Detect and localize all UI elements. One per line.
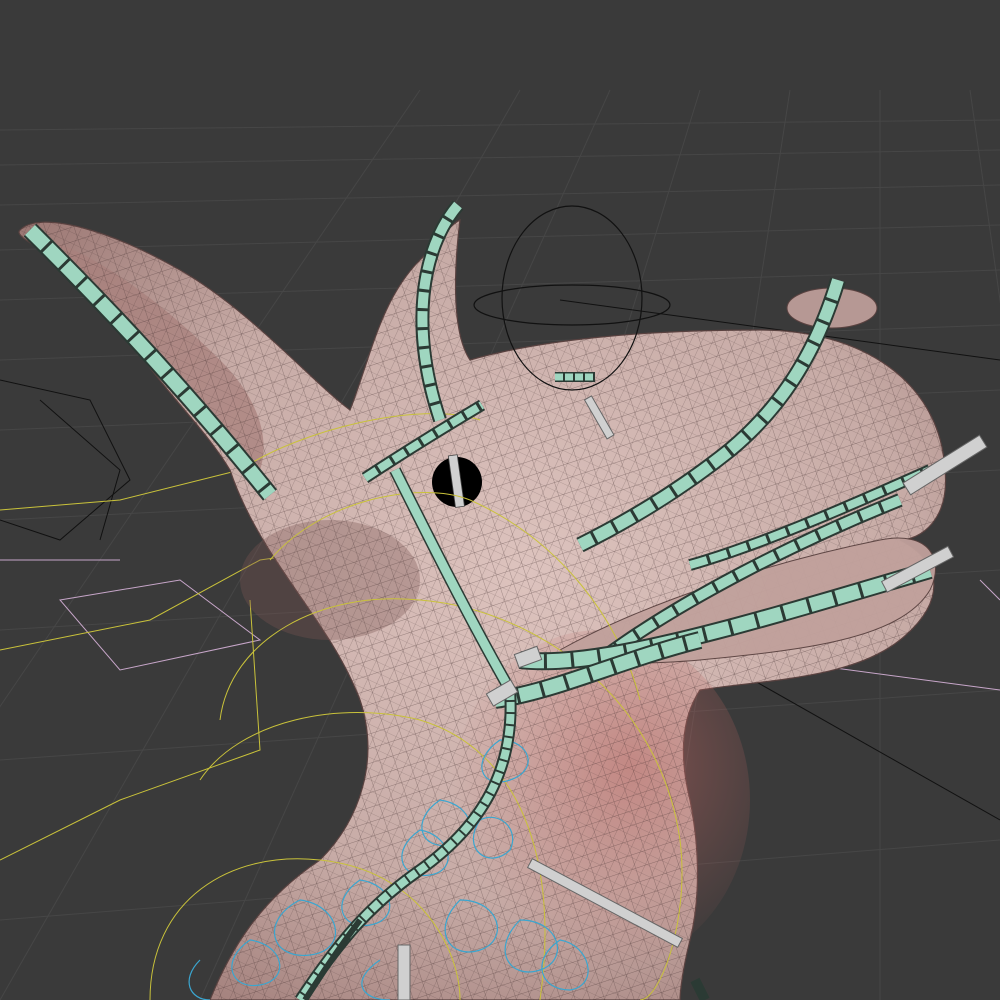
- control-bone-chest: [397, 944, 411, 1000]
- 3d-viewport[interactable]: [0, 0, 1000, 1000]
